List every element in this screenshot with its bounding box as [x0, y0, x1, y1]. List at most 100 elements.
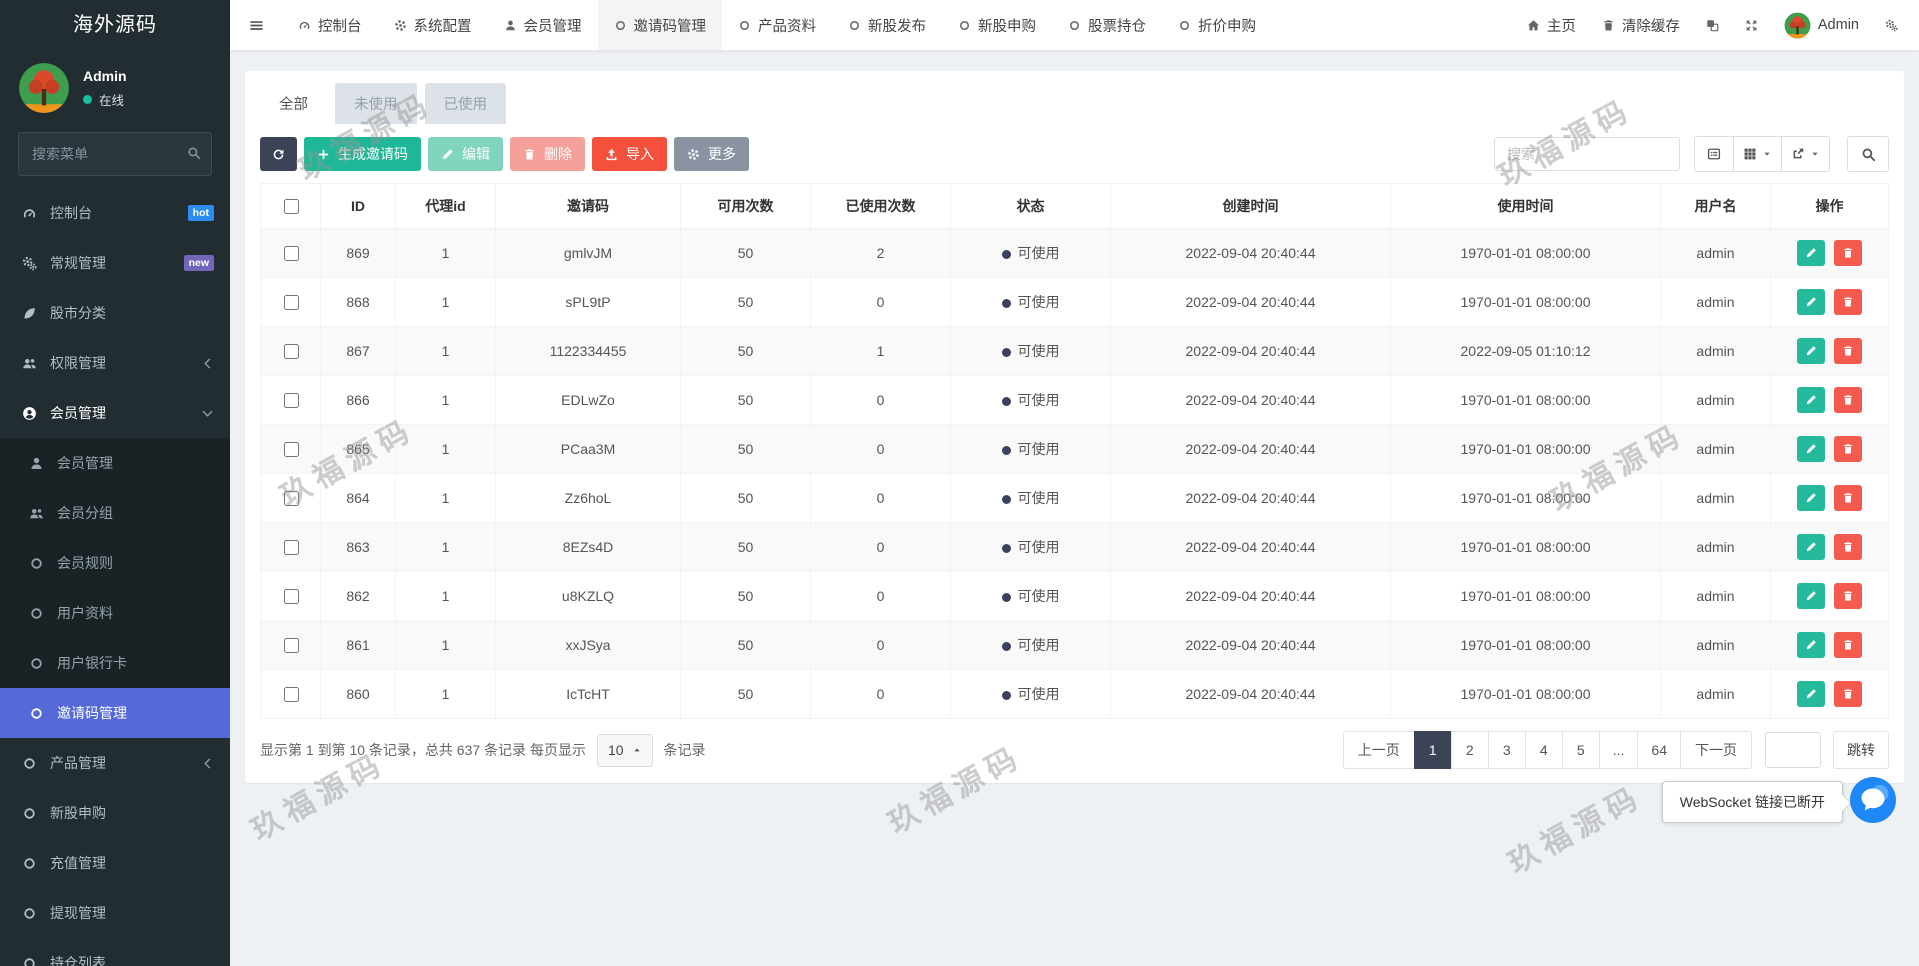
- row-delete-button[interactable]: [1834, 583, 1863, 609]
- page-button[interactable]: 5: [1561, 731, 1600, 769]
- detail-view-button[interactable]: [1694, 136, 1734, 172]
- topnav-item[interactable]: 新股申购: [942, 0, 1052, 50]
- sidebar-item[interactable]: 产品管理: [0, 738, 230, 788]
- sidebar-item[interactable]: 常规管理 new: [0, 238, 230, 288]
- page-button[interactable]: 1: [1413, 731, 1452, 769]
- topnav-item[interactable]: 新股发布: [832, 0, 942, 50]
- sidebar-item[interactable]: 充值管理: [0, 838, 230, 888]
- sidebar-item[interactable]: 用户资料: [0, 588, 230, 638]
- tab[interactable]: 已使用: [424, 83, 506, 124]
- row-checkbox[interactable]: [283, 637, 299, 653]
- row-checkbox[interactable]: [283, 245, 299, 261]
- sidebar-item[interactable]: 邀请码管理: [0, 688, 230, 738]
- select-all-checkbox[interactable]: [283, 198, 299, 214]
- sidebar-toggle-button[interactable]: [230, 0, 282, 50]
- sidebar-item[interactable]: 会员分组: [0, 488, 230, 538]
- export-button[interactable]: [1781, 136, 1830, 172]
- sidebar-item[interactable]: 提现管理: [0, 888, 230, 938]
- sidebar-item[interactable]: 会员管理: [0, 388, 230, 438]
- chat-button[interactable]: [1850, 777, 1896, 823]
- row-delete-button[interactable]: [1834, 632, 1863, 658]
- column-header[interactable]: 邀请码: [495, 183, 681, 229]
- sidebar-item[interactable]: 会员管理: [0, 438, 230, 488]
- row-checkbox[interactable]: [283, 539, 299, 555]
- row-edit-button[interactable]: [1796, 338, 1825, 364]
- refresh-button[interactable]: [260, 137, 297, 171]
- row-checkbox[interactable]: [283, 343, 299, 359]
- row-delete-button[interactable]: [1834, 534, 1863, 560]
- page-size-select[interactable]: 10: [596, 733, 653, 767]
- settings-button[interactable]: [1872, 0, 1911, 50]
- row-delete-button[interactable]: [1834, 240, 1863, 266]
- column-header[interactable]: ID: [320, 183, 396, 229]
- topnav-item[interactable]: 折价申购: [1162, 0, 1272, 50]
- page-button[interactable]: 3: [1487, 731, 1526, 769]
- column-header[interactable]: 代理id: [395, 183, 496, 229]
- page-button[interactable]: 4: [1524, 731, 1563, 769]
- column-header[interactable]: 已使用次数: [810, 183, 951, 229]
- page-button[interactable]: 2: [1450, 731, 1489, 769]
- row-delete-button[interactable]: [1834, 436, 1863, 462]
- delete-button[interactable]: 删除: [510, 137, 585, 171]
- sidebar-item[interactable]: 股市分类: [0, 288, 230, 338]
- row-checkbox[interactable]: [283, 294, 299, 310]
- sidebar-search-input[interactable]: [18, 132, 212, 176]
- jump-page-input[interactable]: [1765, 732, 1821, 768]
- clear-cache-button[interactable]: 清除缓存: [1589, 0, 1693, 50]
- row-checkbox[interactable]: [283, 490, 299, 506]
- language-toggle-button[interactable]: [1693, 0, 1732, 50]
- topnav-item[interactable]: 产品资料: [722, 0, 832, 50]
- row-delete-button[interactable]: [1834, 387, 1863, 413]
- row-edit-button[interactable]: [1796, 583, 1825, 609]
- topnav-item[interactable]: 系统配置: [378, 0, 488, 50]
- row-edit-button[interactable]: [1796, 436, 1825, 462]
- column-header[interactable]: 用户名: [1660, 183, 1771, 229]
- sidebar-item[interactable]: 会员规则: [0, 538, 230, 588]
- column-header[interactable]: 使用时间: [1390, 183, 1661, 229]
- sidebar-item[interactable]: 新股申购: [0, 788, 230, 838]
- topnav-item[interactable]: 控制台: [282, 0, 378, 50]
- page-button[interactable]: 64: [1637, 731, 1681, 769]
- tab[interactable]: 全部: [260, 83, 327, 124]
- sidebar-item[interactable]: 权限管理: [0, 338, 230, 388]
- column-header[interactable]: 可用次数: [680, 183, 811, 229]
- sidebar-item[interactable]: 用户银行卡: [0, 638, 230, 688]
- row-edit-button[interactable]: [1796, 289, 1825, 315]
- row-checkbox[interactable]: [283, 686, 299, 702]
- page-button[interactable]: ...: [1598, 731, 1639, 769]
- row-delete-button[interactable]: [1834, 338, 1863, 364]
- more-button[interactable]: 更多: [674, 137, 749, 171]
- next-page-button[interactable]: 下一页: [1680, 731, 1752, 769]
- column-header[interactable]: 操作: [1770, 183, 1889, 229]
- prev-page-button[interactable]: 上一页: [1342, 731, 1415, 769]
- sidebar-item[interactable]: 持仓列表: [0, 938, 230, 966]
- row-delete-button[interactable]: [1834, 681, 1863, 707]
- topnav-item[interactable]: 会员管理: [488, 0, 598, 50]
- jump-button[interactable]: 跳转: [1833, 731, 1889, 769]
- search-toggle-button[interactable]: [1847, 136, 1889, 172]
- row-edit-button[interactable]: [1796, 632, 1825, 658]
- table-search-input[interactable]: [1494, 137, 1680, 171]
- fullscreen-button[interactable]: [1732, 0, 1771, 50]
- row-edit-button[interactable]: [1796, 681, 1825, 707]
- sidebar-item[interactable]: 控制台 hot: [0, 188, 230, 238]
- tab[interactable]: 未使用: [335, 83, 417, 124]
- edit-button[interactable]: 编辑: [428, 137, 503, 171]
- row-edit-button[interactable]: [1796, 485, 1825, 511]
- generate-code-button[interactable]: 生成邀请码: [304, 137, 421, 171]
- row-edit-button[interactable]: [1796, 240, 1825, 266]
- row-checkbox[interactable]: [283, 392, 299, 408]
- home-link[interactable]: 主页: [1514, 0, 1589, 50]
- import-button[interactable]: 导入: [592, 137, 667, 171]
- row-edit-button[interactable]: [1796, 534, 1825, 560]
- columns-button[interactable]: [1733, 136, 1782, 172]
- topnav-item[interactable]: 邀请码管理: [597, 0, 722, 50]
- row-delete-button[interactable]: [1834, 289, 1863, 315]
- column-header[interactable]: 创建时间: [1110, 183, 1391, 229]
- column-header[interactable]: 状态: [950, 183, 1111, 229]
- row-checkbox[interactable]: [283, 441, 299, 457]
- row-checkbox[interactable]: [283, 588, 299, 604]
- row-edit-button[interactable]: [1796, 387, 1825, 413]
- topnav-item[interactable]: 股票持仓: [1052, 0, 1162, 50]
- user-menu[interactable]: Admin: [1771, 0, 1872, 50]
